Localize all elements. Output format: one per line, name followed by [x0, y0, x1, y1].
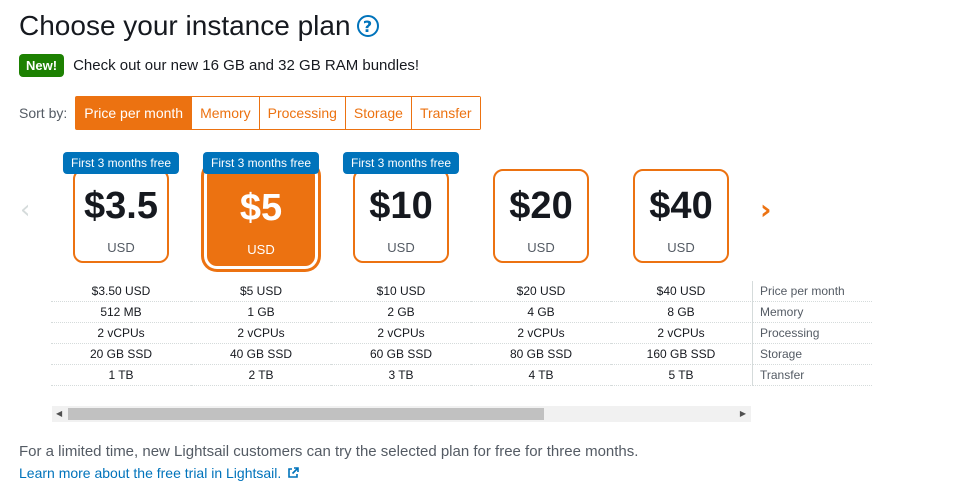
free-trial-note: For a limited time, new Lightsail custom… [19, 443, 639, 460]
sort-option-transfer[interactable]: Transfer [411, 97, 480, 129]
spec-transfer: 1 TB [51, 365, 191, 386]
plan-currency: USD [107, 240, 135, 255]
plan-price: $20 [509, 185, 573, 227]
plan-card[interactable]: $3.5 USD [73, 169, 169, 263]
spec-label: Storage [752, 344, 872, 365]
page-title-text: Choose your instance plan [19, 10, 351, 41]
spec-processing: 2 vCPUs [611, 323, 751, 344]
scroll-left-arrow-icon[interactable]: ◀ [56, 409, 62, 418]
spec-memory: 1 GB [191, 302, 331, 323]
sort-segmented-control: Price per month Memory Processing Storag… [75, 96, 481, 130]
spec-processing: 2 vCPUs [191, 323, 331, 344]
spec-processing: 2 vCPUs [51, 323, 191, 344]
plan-price: $3.5 [84, 185, 158, 227]
scrollbar-thumb[interactable] [68, 408, 544, 420]
plan-card[interactable]: $40 USD [633, 169, 729, 263]
plan-currency: USD [527, 240, 555, 255]
promo-badge: First 3 months free [202, 152, 320, 174]
sort-label: Sort by: [19, 105, 68, 121]
spec-processing: 2 vCPUs [471, 323, 611, 344]
spec-price: $10 USD [331, 281, 471, 302]
spec-storage: 40 GB SSD [191, 344, 331, 365]
plan-currency: USD [387, 240, 415, 255]
spec-transfer: 2 TB [191, 365, 331, 386]
plan-card[interactable]: $20 USD [493, 169, 589, 263]
sort-option-storage[interactable]: Storage [345, 97, 412, 129]
spec-label: Memory [752, 302, 872, 323]
plan-currency: USD [247, 242, 275, 257]
announcement-row: New! Check out our new 16 GB and 32 GB R… [19, 54, 419, 77]
promo-badge: First 3 months free [342, 152, 460, 174]
plan-currency: USD [667, 240, 695, 255]
sort-option-memory[interactable]: Memory [192, 97, 260, 129]
spec-storage: 80 GB SSD [471, 344, 611, 365]
spec-price: $3.50 USD [51, 281, 191, 302]
plan-card[interactable]: $10 USD [353, 169, 449, 263]
spec-label: Transfer [752, 365, 872, 386]
plan-price: $40 [649, 185, 713, 227]
free-trial-link-text[interactable]: Learn more about the free trial in Light… [19, 465, 281, 481]
page-title: Choose your instance plan ? [19, 10, 379, 42]
spec-transfer: 3 TB [331, 365, 471, 386]
sort-control: Sort by: Price per month Memory Processi… [19, 96, 481, 130]
chevron-left-icon[interactable]: ‹ [20, 195, 30, 225]
spec-label: Processing [752, 323, 872, 344]
chevron-right-icon[interactable]: › [760, 193, 772, 226]
horizontal-scrollbar[interactable]: ◀ ▶ [52, 406, 751, 422]
spec-price: $5 USD [191, 281, 331, 302]
external-link-icon [288, 467, 300, 478]
spec-label: Price per month [752, 281, 872, 302]
free-trial-link[interactable]: Learn more about the free trial in Light… [19, 465, 300, 481]
sort-option-price[interactable]: Price per month [76, 97, 193, 129]
spec-memory: 4 GB [471, 302, 611, 323]
plan-specs: $3.50 USD 512 MB 2 vCPUs 20 GB SSD 1 TB [51, 281, 191, 386]
plan-specs: $5 USD 1 GB 2 vCPUs 40 GB SSD 2 TB [191, 281, 331, 386]
spec-labels: Price per month Memory Processing Storag… [752, 281, 872, 386]
spec-memory: 512 MB [51, 302, 191, 323]
spec-transfer: 5 TB [611, 365, 751, 386]
spec-price: $40 USD [611, 281, 751, 302]
promo-badge: First 3 months free [62, 152, 180, 174]
help-icon[interactable]: ? [356, 15, 379, 37]
plan-specs: $20 USD 4 GB 2 vCPUs 80 GB SSD 4 TB [471, 281, 611, 386]
plan-card-selected[interactable]: $5 USD [207, 166, 315, 266]
sort-option-processing[interactable]: Processing [259, 97, 346, 129]
scroll-right-arrow-icon[interactable]: ▶ [740, 409, 746, 418]
plan-specs: $40 USD 8 GB 2 vCPUs 160 GB SSD 5 TB [611, 281, 751, 386]
spec-price: $20 USD [471, 281, 611, 302]
plan-price: $10 [369, 185, 433, 227]
announcement-text: Check out our new 16 GB and 32 GB RAM bu… [73, 57, 420, 74]
spec-storage: 160 GB SSD [611, 344, 751, 365]
spec-storage: 20 GB SSD [51, 344, 191, 365]
spec-storage: 60 GB SSD [331, 344, 471, 365]
new-badge: New! [19, 54, 65, 77]
plan-price: $5 [239, 187, 283, 229]
plan-specs: $10 USD 2 GB 2 vCPUs 60 GB SSD 3 TB [331, 281, 471, 386]
spec-processing: 2 vCPUs [331, 323, 471, 344]
spec-memory: 8 GB [611, 302, 751, 323]
spec-transfer: 4 TB [471, 365, 611, 386]
spec-memory: 2 GB [331, 302, 471, 323]
